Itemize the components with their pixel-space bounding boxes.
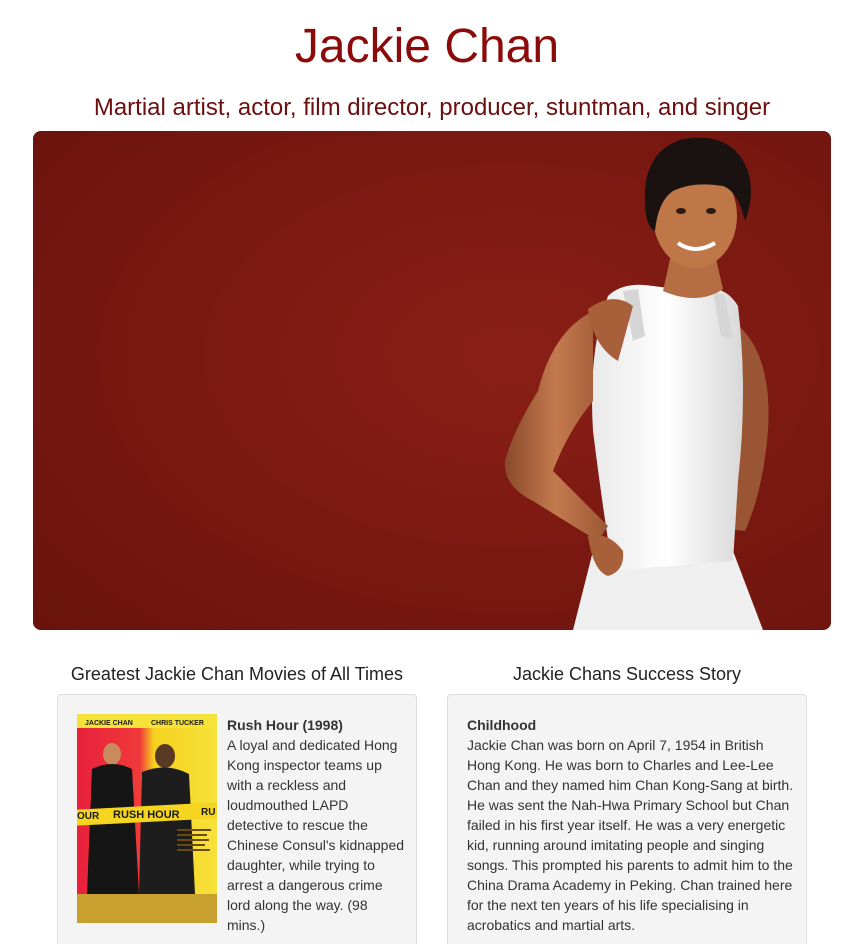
hero-image [33,131,831,630]
story-entry-heading: Childhood [467,717,537,733]
page-title: Jackie Chan [294,20,560,73]
hero-portrait-illustration [33,131,831,630]
story-entry: Childhood Jackie Chan was born on April … [467,715,797,935]
movies-section-heading: Greatest Jackie Chan Movies of All Times [70,664,404,684]
poster-tape-left: OUR [77,811,100,822]
story-section-heading: Jackie Chans Success Story [512,664,742,684]
poster-actor-right: CHRIS TUCKER [151,720,204,727]
story-entry-text: Jackie Chan was born on April 7, 1954 in… [467,737,794,933]
movie-card: JACKIE CHAN CHRIS TUCKER OUR RUSH HOUR R… [57,694,417,944]
story-card: Childhood Jackie Chan was born on April … [447,694,807,944]
page-subtitle: Martial artist, actor, film director, pr… [93,94,771,121]
movie-info: Rush Hour (1998) A loyal and dedicated H… [227,715,405,935]
movie-description: A loyal and dedicated Hong Kong inspecto… [227,737,405,933]
poster-tape-right: RU [201,807,215,818]
poster-actor-left: JACKIE CHAN [85,720,133,727]
movie-poster[interactable]: JACKIE CHAN CHRIS TUCKER OUR RUSH HOUR R… [77,714,217,923]
poster-tape-title: RUSH HOUR [113,809,180,821]
movie-title[interactable]: Rush Hour (1998) [227,715,405,735]
